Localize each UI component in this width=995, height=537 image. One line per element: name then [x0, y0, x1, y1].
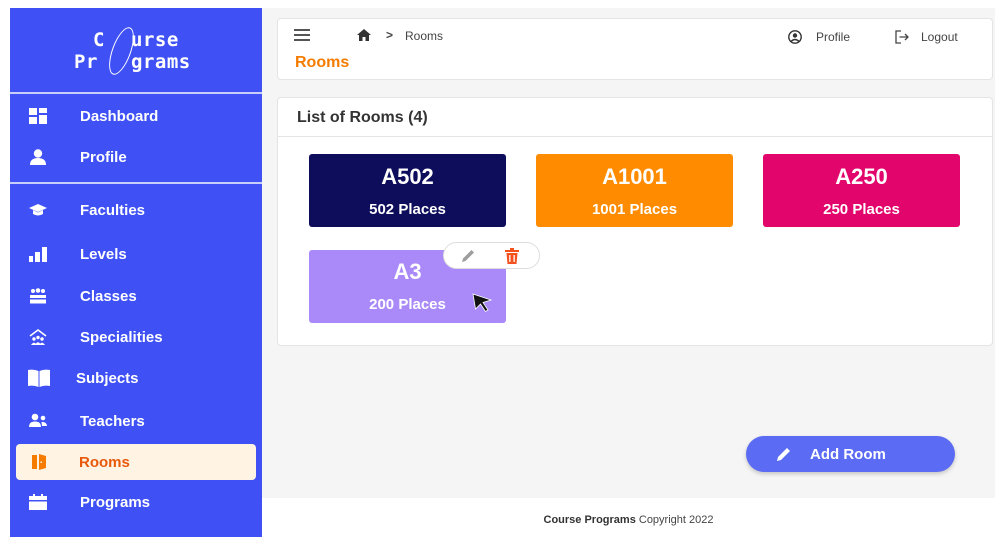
room-places: 250 Places — [823, 201, 900, 218]
logo-text-pr: Pr — [74, 51, 98, 73]
sidebar-item-teachers[interactable]: Teachers — [16, 403, 256, 439]
app-logo[interactable]: C urse Pr grams — [10, 8, 262, 92]
bar-chart-icon — [29, 247, 47, 262]
room-name: A1001 — [602, 164, 667, 189]
footer-brand: Course Programs — [543, 514, 636, 526]
add-room-button[interactable]: Add Room — [746, 436, 955, 472]
sidebar-item-label: Programs — [80, 493, 151, 511]
users-group-icon — [30, 288, 46, 304]
calendar-icon — [29, 494, 47, 510]
delete-trash-icon[interactable] — [505, 248, 519, 264]
page-title: Rooms — [295, 54, 350, 71]
sidebar-item-label: Specialities — [80, 328, 163, 346]
home-icon[interactable] — [357, 29, 371, 41]
teachers-icon — [29, 413, 47, 427]
user-icon — [30, 149, 46, 165]
logout-link[interactable]: Logout — [895, 28, 958, 46]
sidebar-item-label: Rooms — [79, 453, 130, 471]
room-card[interactable]: A250 250 Places — [763, 154, 960, 227]
sidebar: C urse Pr grams Dashboard Profile Facult… — [10, 8, 262, 537]
room-places: 1001 Places — [591, 201, 678, 218]
sidebar-item-classes[interactable]: Classes — [16, 278, 256, 314]
breadcrumb-separator: > — [386, 28, 394, 42]
sidebar-item-rooms[interactable]: Rooms — [16, 444, 256, 480]
hamburger-menu-icon[interactable] — [294, 29, 310, 41]
sidebar-item-profile[interactable]: Profile — [16, 139, 256, 175]
edit-pencil-icon[interactable] — [460, 248, 476, 264]
book-icon — [28, 369, 50, 387]
sidebar-item-label: Subjects — [76, 369, 139, 387]
logo-text-c: C — [93, 29, 105, 51]
logout-label: Logout — [921, 30, 958, 44]
sidebar-item-label: Teachers — [80, 412, 145, 430]
logo-text-urse: urse — [131, 29, 179, 51]
sidebar-item-levels[interactable]: Levels — [16, 236, 256, 272]
sidebar-item-label: Dashboard — [80, 107, 159, 125]
room-name: A502 — [381, 164, 434, 189]
sidebar-item-label: Faculties — [80, 201, 146, 219]
footer: Course Programs Copyright 2022 — [262, 498, 995, 537]
dashboard-icon — [29, 108, 47, 124]
room-name: A250 — [835, 164, 888, 189]
logout-icon — [895, 30, 909, 44]
pencil-icon — [777, 448, 790, 461]
footer-text: Course Programs Copyright 2022 — [262, 514, 995, 526]
graduation-cap-icon — [29, 204, 47, 216]
sidebar-item-faculties[interactable]: Faculties — [16, 192, 256, 228]
panel-header: List of Rooms (4) — [278, 98, 992, 137]
sidebar-item-label: Classes — [80, 287, 137, 305]
sidebar-item-dashboard[interactable]: Dashboard — [16, 98, 256, 134]
sidebar-item-label: Levels — [80, 245, 127, 263]
door-icon — [32, 454, 46, 470]
mouse-cursor-icon — [472, 293, 492, 313]
breadcrumb[interactable]: Rooms — [405, 29, 443, 43]
footer-copyright: Copyright 2022 — [635, 514, 714, 526]
sidebar-item-specialities[interactable]: Specialities — [16, 319, 256, 355]
speciality-icon — [29, 329, 47, 345]
panel-title: List of Rooms (4) — [297, 109, 428, 126]
sidebar-item-programs[interactable]: Programs — [16, 484, 256, 520]
logo-text-grams: grams — [131, 51, 191, 73]
top-bar: > Rooms Rooms Profile Logout — [277, 18, 993, 80]
sidebar-item-label: Profile — [80, 148, 127, 166]
room-card[interactable]: A1001 1001 Places — [536, 154, 733, 227]
room-places: 502 Places — [369, 201, 446, 218]
sidebar-divider — [10, 182, 262, 184]
user-circle-icon — [788, 30, 802, 44]
add-room-label: Add Room — [810, 446, 886, 463]
sidebar-divider — [10, 92, 262, 94]
profile-link[interactable]: Profile — [788, 28, 850, 46]
profile-label: Profile — [816, 30, 851, 44]
sidebar-item-subjects[interactable]: Subjects — [16, 360, 256, 396]
room-card[interactable]: A502 502 Places — [309, 154, 506, 227]
room-actions-popover — [443, 242, 540, 269]
